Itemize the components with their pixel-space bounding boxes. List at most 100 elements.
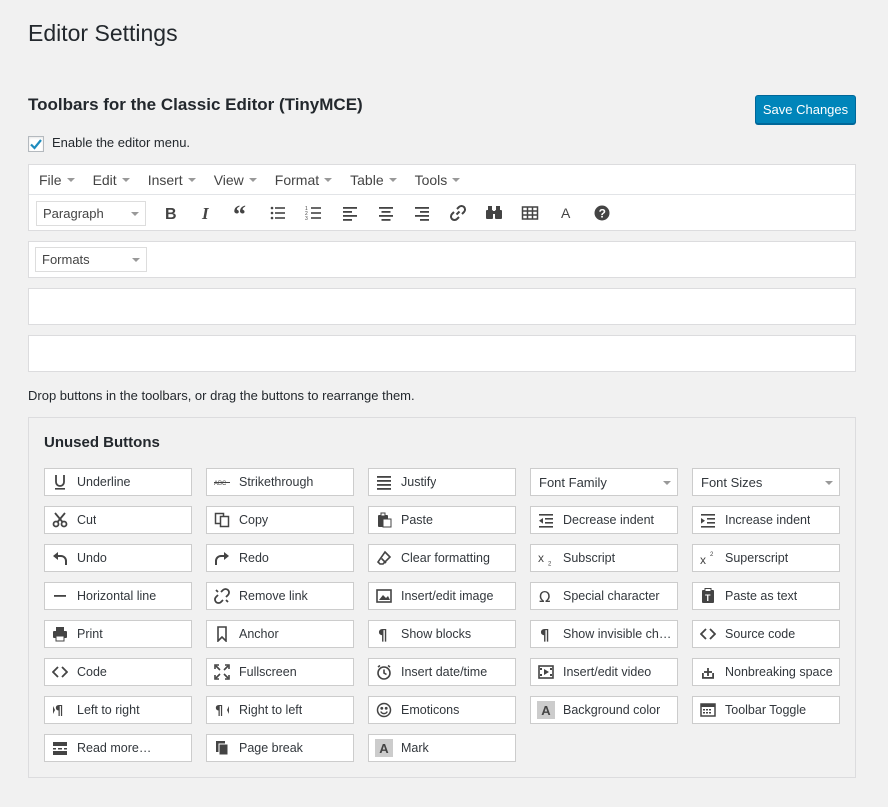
menu-view[interactable]: View: [214, 172, 257, 188]
bullet-list-icon[interactable]: [260, 198, 296, 228]
blockquote-icon[interactable]: “: [224, 198, 260, 228]
unused-button-mark[interactable]: A Mark: [368, 734, 516, 762]
cut-icon: [51, 511, 69, 529]
unused-button-justify[interactable]: Justify: [368, 468, 516, 496]
enable-menu-toggle[interactable]: Enable the editor menu.: [28, 133, 190, 152]
unused-button-show-invisible-chara[interactable]: ¶ Show invisible chara…: [530, 620, 678, 648]
unused-button-emoticons[interactable]: Emoticons: [368, 696, 516, 724]
unused-button-paste[interactable]: Paste: [368, 506, 516, 534]
unused-button-nonbreaking-space[interactable]: Nonbreaking space: [692, 658, 840, 686]
unused-button-label: Decrease indent: [563, 513, 655, 527]
paste-text-icon: T: [699, 587, 717, 605]
unused-button-label: Page break: [239, 741, 303, 755]
unused-button-strikethrough[interactable]: ABC Strikethrough: [206, 468, 354, 496]
unused-button-toolbar-toggle[interactable]: Toolbar Toggle: [692, 696, 840, 724]
toolbar-3[interactable]: [28, 288, 856, 325]
formats-select[interactable]: Formats: [35, 247, 147, 272]
italic-icon[interactable]: I: [188, 198, 224, 228]
find-icon[interactable]: [476, 198, 512, 228]
block-format-value: Paragraph: [43, 205, 104, 221]
enable-menu-label: Enable the editor menu.: [52, 135, 191, 150]
chevron-down-icon: [187, 177, 196, 182]
toolbar-1[interactable]: Paragraph B I “ 123 A ?: [29, 195, 855, 231]
unused-button-read-more[interactable]: Read more…: [44, 734, 192, 762]
unused-button-right-to-left[interactable]: ¶ Right to left: [206, 696, 354, 724]
svg-text:A: A: [561, 205, 571, 221]
svg-text:2: 2: [710, 552, 714, 558]
menu-format[interactable]: Format: [275, 172, 333, 188]
table-icon[interactable]: [512, 198, 548, 228]
numbered-list-icon[interactable]: 123: [296, 198, 332, 228]
unused-button-label: Paste as text: [725, 589, 798, 603]
menu-tools[interactable]: Tools: [415, 172, 461, 188]
svg-text:ABC: ABC: [214, 481, 227, 487]
block-format-select[interactable]: Paragraph: [36, 200, 146, 226]
unused-button-clear-formatting[interactable]: Clear formatting: [368, 544, 516, 572]
unused-button-horizontal-line[interactable]: Horizontal line: [44, 582, 192, 610]
read-more-icon: [51, 739, 69, 757]
code-icon: [51, 663, 69, 681]
menu-table[interactable]: Table: [350, 172, 397, 188]
unused-button-cut[interactable]: Cut: [44, 506, 192, 534]
unused-button-code[interactable]: Code: [44, 658, 192, 686]
unused-button-insert-edit-video[interactable]: Insert/edit video: [530, 658, 678, 686]
unused-button-background-color[interactable]: A Background color: [530, 696, 678, 724]
unused-button-left-to-right[interactable]: ¶ Left to right: [44, 696, 192, 724]
strikethrough-icon: ABC: [213, 473, 231, 491]
unused-button-label: Show invisible chara…: [563, 627, 677, 641]
unused-button-label: Redo: [239, 551, 269, 565]
unused-button-undo[interactable]: Undo: [44, 544, 192, 572]
unused-button-insert-date-time[interactable]: Insert date/time: [368, 658, 516, 686]
svg-text:¶: ¶: [378, 626, 388, 642]
unused-button-print[interactable]: Print: [44, 620, 192, 648]
unused-button-copy[interactable]: Copy: [206, 506, 354, 534]
unused-button-font-sizes[interactable]: Font Sizes: [692, 468, 840, 496]
unused-button-superscript[interactable]: x 2 Superscript: [692, 544, 840, 572]
unused-button-insert-edit-image[interactable]: Insert/edit image: [368, 582, 516, 610]
enable-menu-checkbox[interactable]: [28, 136, 44, 152]
unused-buttons-panel: Unused Buttons Underline ABC Strikethrough…: [28, 417, 856, 778]
unused-button-label: Underline: [77, 475, 131, 489]
unused-button-page-break[interactable]: Page break: [206, 734, 354, 762]
align-left-icon[interactable]: [332, 198, 368, 228]
drop-hint: Drop buttons in the toolbars, or drag th…: [28, 388, 415, 403]
unused-button-label: Insert date/time: [401, 665, 488, 679]
unused-button-show-blocks[interactable]: ¶ Show blocks: [368, 620, 516, 648]
unused-button-paste-as-text[interactable]: T Paste as text: [692, 582, 840, 610]
align-right-icon[interactable]: [404, 198, 440, 228]
toolbar-2[interactable]: Formats: [28, 241, 856, 278]
superscript-icon: x2: [699, 549, 717, 567]
unused-button-font-family[interactable]: Font Family: [530, 468, 678, 496]
emoticons-icon: [375, 701, 393, 719]
save-changes-button[interactable]: Save Changes: [755, 95, 856, 124]
image-icon: [375, 587, 393, 605]
menu-edit[interactable]: Edit: [93, 172, 130, 188]
unlink-icon: [213, 587, 231, 605]
align-center-icon[interactable]: [368, 198, 404, 228]
chevron-down-icon: [663, 481, 671, 485]
unused-button-remove-link[interactable]: Remove link: [206, 582, 354, 610]
help-icon[interactable]: ?: [584, 198, 620, 228]
bold-icon[interactable]: B: [152, 198, 188, 228]
menu-insert[interactable]: Insert: [148, 172, 196, 188]
toolbar-4[interactable]: [28, 335, 856, 372]
unused-button-increase-indent[interactable]: Increase indent: [692, 506, 840, 534]
svg-text:Ω: Ω: [539, 588, 550, 604]
menu-label: View: [213, 171, 244, 188]
svg-text:2: 2: [548, 562, 552, 567]
link-icon[interactable]: [440, 198, 476, 228]
unused-button-fullscreen[interactable]: Fullscreen: [206, 658, 354, 686]
unused-button-label: Font Family: [539, 474, 607, 490]
menu-file[interactable]: File: [39, 172, 75, 188]
unused-button-subscript[interactable]: x 2 Subscript: [530, 544, 678, 572]
unused-button-label: Anchor: [239, 627, 279, 641]
unused-button-decrease-indent[interactable]: Decrease indent: [530, 506, 678, 534]
unused-button-underline[interactable]: Underline: [44, 468, 192, 496]
unused-button-label: Copy: [239, 513, 269, 527]
unused-button-source-code[interactable]: Source code: [692, 620, 840, 648]
unused-button-special-character[interactable]: Ω Special character: [530, 582, 678, 610]
unused-button-anchor[interactable]: Anchor: [206, 620, 354, 648]
unused-button-label: Horizontal line: [77, 589, 157, 603]
unused-button-redo[interactable]: Redo: [206, 544, 354, 572]
text-color-icon[interactable]: A: [548, 198, 584, 228]
